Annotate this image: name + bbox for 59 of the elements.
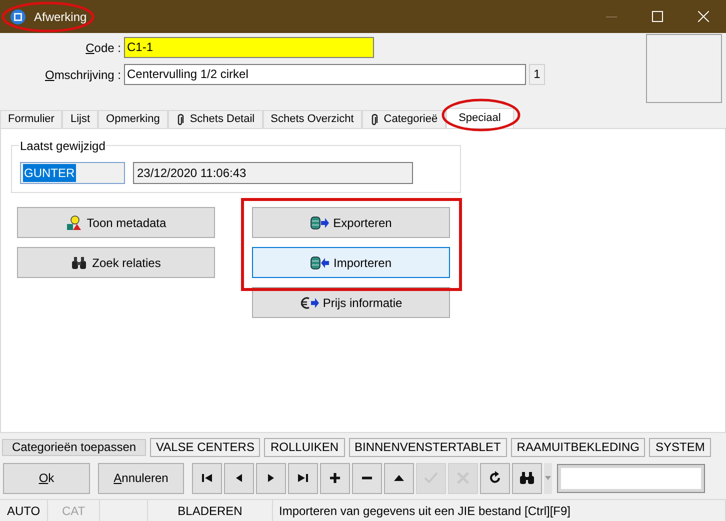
action-button[interactable]: Exporteren	[252, 207, 450, 238]
ok-button[interactable]: Ok	[3, 462, 90, 494]
toolbar-button[interactable]	[352, 462, 382, 494]
action-button[interactable]: Importeren	[252, 247, 450, 278]
toolbar-button[interactable]	[288, 462, 318, 494]
status-cell: Importeren van gegevens uit een JIE bestand [Ctrl][F9]	[273, 500, 726, 521]
action-button[interactable]: Zoek relaties	[17, 247, 215, 278]
category-button[interactable]: BINNENVENSTERTABLET	[348, 438, 507, 457]
paperclip-icon	[176, 113, 184, 126]
description-field[interactable]: Centervulling 1/2 cirkel	[124, 64, 526, 85]
cancel-button[interactable]: Annuleren	[98, 462, 184, 494]
database-arrow-left-icon	[310, 256, 330, 270]
last-icon	[296, 471, 310, 485]
apply-categories-button[interactable]: Categorieën toepassen	[2, 439, 146, 456]
database-arrow-right-icon	[310, 216, 330, 230]
toolbar-button[interactable]	[256, 462, 286, 494]
first-icon	[200, 471, 214, 485]
search-field[interactable]	[558, 464, 704, 492]
toolbar-button[interactable]	[192, 462, 222, 494]
description-label: Omschrijving :	[44, 66, 122, 84]
category-button[interactable]: VALSE CENTERS	[150, 438, 260, 457]
category-button[interactable]: SYSTEM	[649, 438, 711, 457]
action-button[interactable]: Prijs informatie	[252, 287, 450, 318]
caret-icon	[545, 476, 551, 480]
app-icon	[10, 8, 26, 24]
status-cell: CAT	[48, 500, 100, 521]
euro-arrow-icon	[300, 296, 320, 310]
binoculars-icon	[71, 256, 88, 270]
status-cell: AUTO	[0, 500, 48, 521]
plus-icon	[328, 471, 342, 485]
tab[interactable]: Categorieë	[362, 110, 446, 128]
maximize-icon	[652, 11, 662, 22]
status-cell: BLADEREN	[148, 500, 273, 521]
tab[interactable]: Lijst	[62, 110, 98, 128]
code-label: Code :	[84, 40, 122, 56]
timestamp-field: 23/12/2020 11:06:43	[133, 162, 413, 184]
tab[interactable]: Schets Overzicht	[262, 110, 362, 128]
binoculars-icon	[518, 471, 536, 485]
paperclip-icon	[370, 113, 378, 126]
category-button[interactable]: ROLLUIKEN	[264, 438, 345, 457]
tab[interactable]: Formulier	[0, 110, 62, 128]
action-button[interactable]: Toon metadata	[17, 207, 215, 238]
code-field[interactable]: C1-1	[124, 37, 374, 58]
toolbar-button[interactable]	[320, 462, 350, 494]
user-field[interactable]: GUNTER	[20, 162, 125, 184]
tab[interactable]: Opmerking	[98, 110, 168, 128]
toolbar-button[interactable]	[512, 462, 542, 494]
minimize-icon	[606, 16, 616, 18]
refresh-icon	[488, 471, 502, 485]
toolbar-button[interactable]	[384, 462, 414, 494]
toolbar-button[interactable]	[480, 462, 510, 494]
tab[interactable]: Schets Detail	[168, 110, 263, 128]
toolbar-button[interactable]	[224, 462, 254, 494]
close-icon	[698, 11, 708, 22]
shapes-icon	[66, 214, 82, 230]
count-badge: 1	[529, 64, 545, 85]
window-title: Afwerking	[34, 8, 87, 26]
category-button[interactable]: RAAMUITBEKLEDING	[510, 438, 646, 457]
tab[interactable]: Speciaal	[446, 108, 514, 128]
